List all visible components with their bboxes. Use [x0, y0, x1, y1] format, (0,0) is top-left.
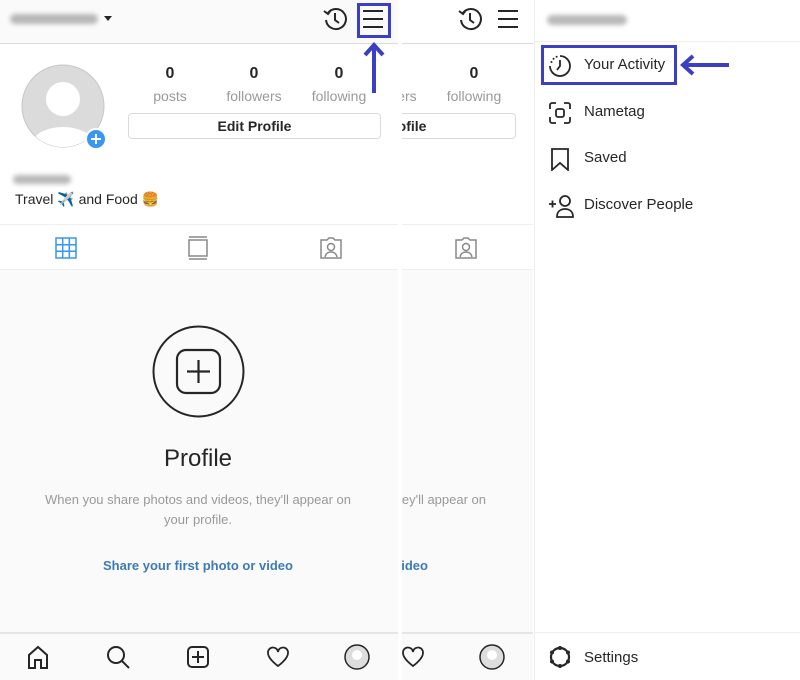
followers-label[interactable]: followers [402, 88, 417, 104]
annotation-arrow-up [357, 3, 391, 93]
following-count[interactable]: 0 [335, 65, 344, 83]
menu-item-saved[interactable]: Saved [535, 139, 800, 179]
tagged-photos-icon[interactable] [319, 236, 343, 260]
tagged-photos-icon[interactable] [454, 236, 478, 260]
menu-item-discover-people[interactable]: Discover People [535, 186, 800, 226]
profile-header [402, 0, 533, 44]
archive-history-icon[interactable] [457, 6, 483, 32]
menu-item-settings[interactable]: Settings [535, 632, 800, 680]
menu-item-label: Nametag [584, 103, 645, 120]
grid-view-icon[interactable] [55, 237, 77, 259]
nametag-icon [549, 102, 571, 124]
profile-screen: 0 posts 0 followers 0 following Edit Pro… [402, 0, 533, 680]
username-blurred[interactable] [10, 14, 98, 24]
display-name-blurred [13, 175, 71, 184]
bio-text: Travel ✈️ and Food 🍔 [15, 191, 160, 207]
profile-screen-behind-drawer: 0 posts 0 followers 0 following Edit Pro… [402, 0, 533, 680]
profile-tabs [402, 224, 533, 270]
bottom-nav [402, 632, 533, 680]
settings-label: Settings [584, 649, 639, 666]
following-count[interactable]: 0 [470, 65, 479, 83]
menu-item-label: Saved [584, 149, 627, 166]
add-story-plus-icon[interactable] [85, 128, 107, 150]
edit-profile-button[interactable]: Edit Profile [402, 113, 516, 139]
add-person-icon [549, 195, 574, 218]
followers-label[interactable]: followers [226, 88, 281, 104]
empty-profile: Profile When you share photos and videos… [0, 270, 398, 632]
posts-label: posts [153, 88, 187, 104]
profile-header [0, 0, 398, 44]
settings-gear-icon [549, 646, 571, 668]
home-icon[interactable] [27, 645, 49, 669]
empty-description-line2: your profile. [164, 512, 232, 527]
profile-screen: 0 posts 0 followers 0 following Edit Pro… [0, 0, 398, 680]
annotation-highlight-box [541, 45, 677, 85]
profile-avatar-tab-icon[interactable] [479, 644, 505, 670]
edit-profile-button[interactable]: Edit Profile [128, 113, 381, 139]
activity-heart-icon[interactable] [402, 646, 425, 668]
empty-description-line1: When you share photos and videos, they'l… [402, 492, 487, 507]
activity-heart-icon[interactable] [266, 646, 290, 668]
share-first-photo-link[interactable]: Share your first photo or video [402, 558, 428, 573]
bottom-nav [0, 632, 398, 680]
annotation-arrow-left [680, 54, 729, 76]
following-label[interactable]: following [447, 88, 501, 104]
empty-title: Profile [163, 445, 233, 472]
menu-item-nametag[interactable]: Nametag [535, 93, 800, 133]
search-icon[interactable] [106, 645, 130, 669]
profile-avatar-tab-icon[interactable] [344, 644, 370, 670]
caret-down-icon[interactable] [104, 16, 112, 22]
drawer-username-blurred [547, 15, 627, 25]
drawer-header [535, 0, 800, 42]
profile-tabs [0, 224, 398, 270]
new-post-icon[interactable] [187, 646, 209, 668]
hamburger-menu-icon[interactable] [497, 8, 519, 30]
followers-count[interactable]: 0 [250, 65, 259, 83]
empty-profile: Profile When you share photos and videos… [402, 270, 533, 632]
create-post-circle-icon[interactable] [152, 325, 245, 418]
empty-description-line1: When you share photos and videos, they'l… [44, 492, 352, 507]
menu-item-label: Discover People [584, 196, 694, 213]
share-first-photo-link[interactable]: Share your first photo or video [103, 558, 293, 573]
side-drawer-menu: Your Activity Nametag Saved Discover Peo… [534, 0, 800, 680]
archive-history-icon[interactable] [322, 6, 348, 32]
feed-view-icon[interactable] [188, 236, 208, 260]
bookmark-icon [551, 148, 569, 171]
posts-count: 0 [165, 65, 175, 82]
